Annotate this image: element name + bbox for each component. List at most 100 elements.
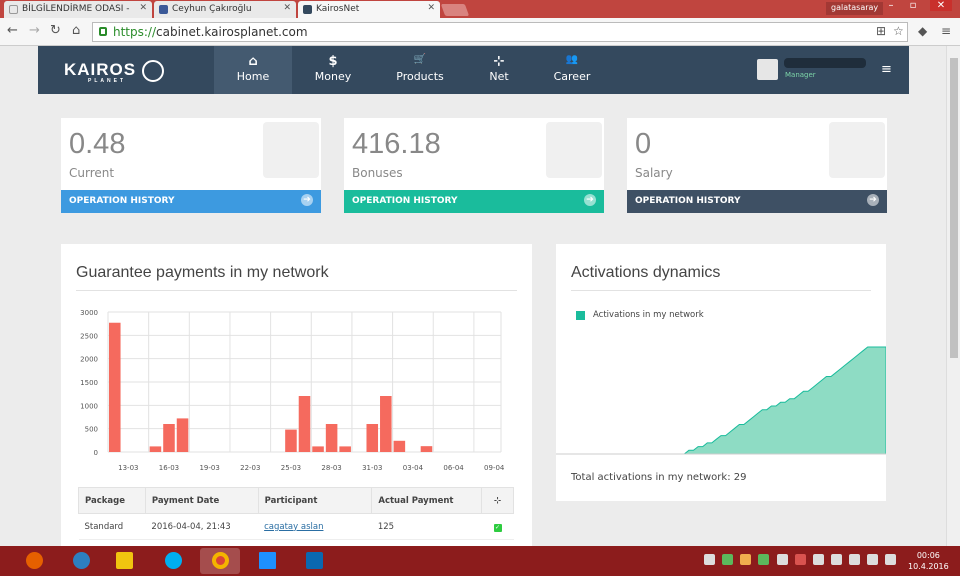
explorer-taskbar-button[interactable]: [104, 548, 144, 574]
y-tick-label: 1000: [80, 402, 98, 410]
extension-icon[interactable]: ◆: [918, 24, 927, 38]
bookmark-star-icon[interactable]: ☆: [893, 24, 904, 38]
operation-history-button[interactable]: OPERATION HISTORY ➔: [61, 190, 321, 213]
operation-history-button[interactable]: OPERATION HISTORY ➔: [627, 190, 887, 213]
maximize-icon[interactable]: ▫: [902, 0, 924, 11]
volume-icon[interactable]: [885, 554, 896, 565]
new-tab-button[interactable]: [440, 4, 470, 16]
translate-icon[interactable]: ⊞: [876, 24, 886, 38]
operation-history-button[interactable]: OPERATION HISTORY ➔: [344, 190, 604, 213]
address-bar[interactable]: https://cabinet.kairosplanet.com: [92, 22, 908, 42]
y-tick-label: 1500: [80, 379, 98, 387]
forward-icon[interactable]: →: [29, 23, 40, 38]
participant-link[interactable]: cagatay aslan: [264, 522, 323, 532]
x-tick-label: 06-04: [443, 464, 464, 472]
x-tick-label: 09-04: [484, 464, 505, 472]
bar: [149, 446, 162, 452]
package-cell: Standard: [78, 513, 146, 540]
x-tick-label: 19-03: [199, 464, 219, 472]
tray-icon-8[interactable]: [831, 554, 842, 565]
tray-icon-1[interactable]: [704, 554, 715, 565]
page-scrollbar[interactable]: [946, 46, 960, 546]
tray-icon-3[interactable]: [740, 554, 751, 565]
guarantee-payments-panel: Guarantee payments in my network 0 500 100…: [61, 244, 532, 546]
sitemap-icon: ⊹: [493, 54, 505, 69]
bar: [285, 429, 297, 452]
stat-value: 416.18: [352, 128, 441, 160]
facebook-icon: [159, 5, 168, 14]
total-activations: Total activations in my network: 29: [571, 472, 747, 483]
close-icon[interactable]: ✕: [427, 3, 435, 13]
tray-icon-6[interactable]: [795, 554, 806, 565]
app-taskbar-button[interactable]: [61, 548, 101, 574]
kairos-logo[interactable]: KAIROS PLANET: [64, 60, 136, 84]
activations-panel: Activations dynamics Activations in my n…: [556, 244, 886, 501]
chrome-taskbar-button[interactable]: [200, 548, 240, 574]
username-redacted[interactable]: [784, 58, 866, 68]
close-icon[interactable]: ✕: [139, 3, 147, 13]
nav-career[interactable]: 👥 Career: [538, 46, 606, 94]
back-icon[interactable]: ←: [7, 23, 18, 38]
chrome-menu-icon[interactable]: ≡: [941, 24, 951, 38]
avatar[interactable]: [757, 59, 778, 80]
app2-taskbar-button[interactable]: [294, 548, 334, 574]
page-icon: [9, 5, 18, 14]
nav-label: Net: [489, 70, 509, 83]
clock-time: 00:06: [916, 551, 940, 560]
nav-money[interactable]: $ Money: [294, 46, 372, 94]
column-header[interactable]: Package: [78, 487, 146, 514]
browser-titlebar: BİLGİLENDİRME ODASI - ✕ Ceyhun Çakıroğlu…: [0, 0, 960, 18]
browser-tab-kairosnet[interactable]: KairosNet ✕: [298, 1, 440, 18]
window-close-icon[interactable]: ✕: [930, 0, 952, 11]
tray-icon-5[interactable]: [777, 554, 788, 565]
tray-icon-7[interactable]: [813, 554, 824, 565]
clock-date: 10.4.2016: [908, 562, 949, 571]
close-icon[interactable]: ✕: [283, 3, 291, 13]
cart-icon: 🛒: [413, 54, 427, 65]
nav-net[interactable]: ⊹ Net: [468, 46, 530, 94]
stat-label: Bonuses: [352, 166, 403, 180]
url-scheme: https://: [113, 25, 157, 39]
flag-icon[interactable]: [849, 554, 860, 565]
date-cell: 2016-04-04, 21:43: [145, 513, 259, 540]
browser-tab-bilgilendirme[interactable]: BİLGİLENDİRME ODASI - ✕: [4, 1, 152, 18]
bar: [380, 396, 392, 452]
skype-taskbar-button[interactable]: [153, 548, 193, 574]
y-tick-label: 2500: [80, 332, 98, 340]
reload-icon[interactable]: ↻: [50, 23, 61, 38]
home-browser-icon[interactable]: ⌂: [72, 23, 80, 38]
minimize-icon[interactable]: –: [880, 0, 902, 11]
x-tick-label: 25-03: [281, 464, 301, 472]
profile-badge[interactable]: galatasaray: [826, 2, 884, 15]
tab-label: KairosNet: [316, 4, 360, 14]
bar: [298, 396, 311, 452]
users-icon: 👥: [565, 54, 579, 65]
column-header[interactable]: Payment Date: [144, 487, 259, 514]
sitemap-icon: ⊹: [481, 487, 514, 514]
menu-icon[interactable]: ≡: [881, 62, 892, 77]
dollar-icon: $: [328, 54, 338, 69]
guarantee-table: Package Payment Date Participant Actual …: [78, 487, 514, 540]
stat-card-current: 0.48 Current OPERATION HISTORY ➔: [61, 118, 321, 213]
bar: [325, 424, 338, 452]
store-taskbar-button[interactable]: [247, 548, 287, 574]
network-icon[interactable]: [867, 554, 878, 565]
column-header[interactable]: Actual Payment: [371, 487, 483, 514]
table-row: Standard 2016-04-04, 21:43 cagatay aslan…: [78, 513, 514, 540]
nav-home[interactable]: ⌂ Home: [214, 46, 292, 94]
windows-taskbar: 00:06 10.4.2016: [0, 546, 960, 576]
lock-icon: [99, 27, 107, 36]
tray-icon-2[interactable]: [722, 554, 733, 565]
nav-products[interactable]: 🛒 Products: [378, 46, 462, 94]
skype-icon: [165, 552, 182, 569]
gift-icon: [546, 122, 602, 178]
system-clock[interactable]: 00:06 10.4.2016: [908, 550, 949, 572]
stat-label: Current: [69, 166, 115, 180]
firefox-taskbar-button[interactable]: [14, 548, 54, 574]
browser-tab-facebook[interactable]: Ceyhun Çakıroğlu ✕: [154, 1, 296, 18]
bar: [312, 446, 324, 452]
column-header[interactable]: Participant: [257, 487, 373, 514]
tray-icon-4[interactable]: [758, 554, 769, 565]
scrollbar-thumb[interactable]: [950, 58, 958, 358]
nav-label: Products: [396, 70, 444, 83]
